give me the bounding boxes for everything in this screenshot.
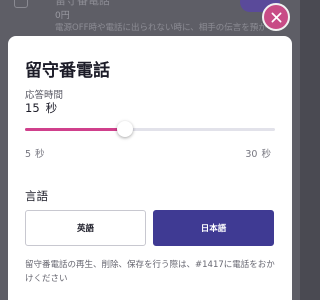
voicemail-note: 留守番電話の再生、削除、保存を行う際は、#1417に電話をおかけください <box>25 260 275 284</box>
slider-max-unit: 秒 <box>261 149 271 160</box>
response-time-slider[interactable] <box>25 121 275 139</box>
modal-title: 留守番電話 <box>25 61 110 81</box>
background-row-price: 0円 <box>55 11 70 21</box>
background-row-description: 電源OFF時や電話に出られない時に、相手の伝言を預か <box>55 23 267 32</box>
voicemail-icon <box>14 0 28 8</box>
background-voicemail-row: 留守番電話 0円 電源OFF時や電話に出られない時に、相手の伝言を預か <box>8 0 292 32</box>
voicemail-settings-modal: 留守番電話 応答時間 15 秒 5秒 30 秒 言語 英語 日本語 留守番電話の再生… <box>8 36 292 300</box>
response-time-value: 15 秒 <box>25 100 63 116</box>
background-row-title: 留守番電話 <box>55 0 110 7</box>
slider-min-value: 5 <box>25 149 32 160</box>
language-option-english[interactable]: 英語 <box>25 210 146 246</box>
language-option-japanese[interactable]: 日本語 <box>153 210 274 246</box>
slider-thumb[interactable] <box>117 121 133 137</box>
slider-max-label: 30 秒 <box>245 146 275 160</box>
slider-min-unit: 秒 <box>35 149 45 160</box>
slider-max-value: 30 <box>245 149 258 160</box>
slider-min-label: 5秒 <box>25 146 49 160</box>
response-time-unit: 秒 <box>45 101 58 115</box>
close-icon <box>271 12 281 22</box>
close-button[interactable] <box>262 3 290 31</box>
slider-fill <box>25 128 125 131</box>
language-label: 言語 <box>25 189 48 203</box>
response-time-label: 応答時間 <box>25 90 64 101</box>
response-time-number: 15 <box>25 101 40 115</box>
